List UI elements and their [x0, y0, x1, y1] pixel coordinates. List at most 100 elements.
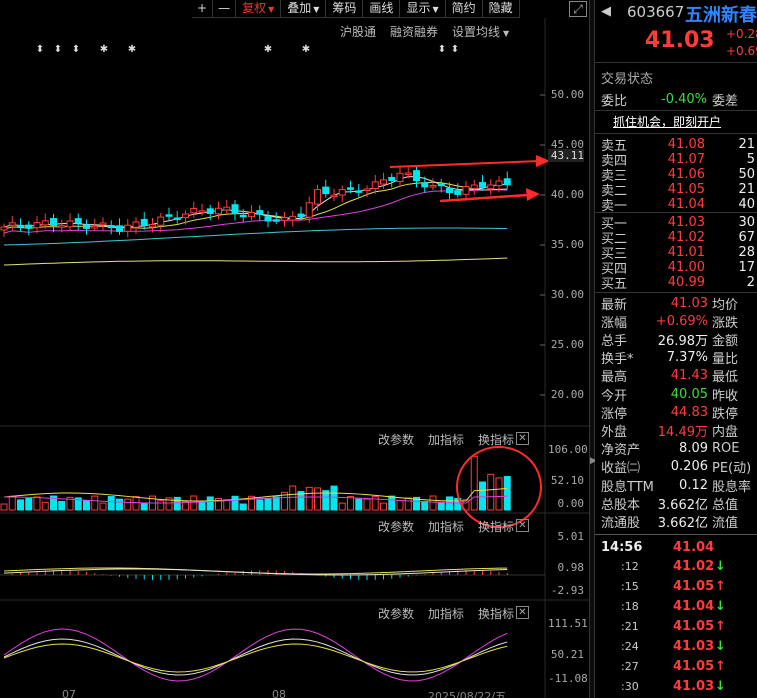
order-price: 41.03	[667, 214, 705, 230]
candle-body	[371, 181, 379, 190]
kdj-subbar: 改参数 加指标 换指标	[378, 605, 514, 622]
subbar-item-2[interactable]: 换指标	[478, 605, 514, 622]
stat-label-2: 股息率	[712, 479, 752, 495]
stat-row: 最新 41.03 均价	[601, 295, 757, 313]
event-marker-icon[interactable]: ⬍	[36, 44, 44, 55]
kline-chart-svg[interactable]: ⬍ ⬍ ⬍ ✱ ✱ ✱ ✱ ⬍ ⬍	[0, 0, 590, 698]
subbar-item-0[interactable]: 沪股通	[340, 23, 376, 40]
order-price: 41.02	[667, 229, 705, 245]
price-tick-label: 20.00	[550, 388, 584, 401]
candle-body	[206, 208, 214, 214]
toolbar-label: —	[218, 1, 231, 15]
toolbar-label: 显示	[406, 1, 431, 15]
event-marker-icon[interactable]: ⬍	[451, 44, 459, 55]
event-marker-icon[interactable]: ⬍	[54, 44, 62, 55]
stat-row: 收益㈡ 0.206 PE(动)	[601, 459, 757, 477]
arrow-down-icon: ↓	[715, 678, 726, 694]
tick-price: 41.04	[673, 539, 715, 555]
tick-row: :30 41.03 ↓	[595, 676, 757, 696]
candle-body	[289, 215, 297, 221]
volume-close-icon[interactable]: ✕	[516, 432, 529, 445]
tick-time: :21	[621, 620, 639, 634]
subbar-item-1[interactable]: 加指标	[428, 431, 464, 448]
stat-label-2: 金额	[712, 333, 739, 349]
arrow-down-icon: ↓	[715, 599, 726, 615]
macd-close-icon[interactable]: ✕	[516, 519, 529, 532]
toolbar-label: 叠加	[287, 1, 312, 15]
candle-body	[322, 186, 330, 195]
volume-bar	[17, 499, 24, 511]
toolbar-item-5[interactable]: 画线	[363, 0, 401, 18]
stat-label: 股息TTM	[601, 479, 654, 495]
indicator-tick-label: 0.00	[557, 497, 585, 510]
subbar-item-2[interactable]: 换指标	[478, 518, 514, 535]
date-label: 07	[62, 688, 76, 698]
dea-line	[3, 568, 508, 576]
candle-body	[0, 226, 8, 231]
subbar-item-0[interactable]: 改参数	[378, 431, 414, 448]
price-tick-label: 40.00	[550, 188, 584, 201]
toolbar-item-2[interactable]: 复权 ▼	[236, 0, 282, 18]
stat-value: 0.12	[679, 477, 708, 493]
chevron-down-icon: ▼	[313, 5, 320, 14]
toolbar-item-7[interactable]: 简约	[445, 0, 483, 18]
volume-bar	[231, 495, 239, 511]
event-marker-icon[interactable]: ⬍	[438, 44, 446, 55]
order-row[interactable]: 卖一 41.04 40	[601, 197, 757, 214]
indicator-tick-label: 0.98	[557, 561, 585, 574]
toolbar-item-8[interactable]: 隐藏	[482, 0, 520, 18]
indicator-tick-label: 50.21	[550, 648, 584, 661]
subbar-item-1[interactable]: 加指标	[428, 605, 464, 622]
event-marker-icon[interactable]: ✱	[128, 44, 136, 55]
toolbar-item-3[interactable]: 叠加 ▼	[281, 0, 327, 18]
stat-row: 今开 40.05 昨收	[601, 386, 757, 404]
tick-row: :12 41.02 ↓	[595, 557, 757, 577]
expand-arrows-icon[interactable]: ⤢	[569, 1, 587, 17]
toolbar-label: +	[197, 1, 208, 15]
stat-label-2: 昨收	[712, 388, 739, 404]
annotation-arrow-head	[526, 188, 540, 201]
subbar-item-2[interactable]: 设置均线 ▼	[452, 23, 509, 40]
back-arrow-icon[interactable]: ◀	[601, 4, 611, 19]
stat-value: 3.662亿	[657, 515, 708, 531]
tick-price: 41.05	[673, 658, 715, 674]
subbar-item-0[interactable]: 改参数	[378, 605, 414, 622]
toolbar-item-6[interactable]: 显示 ▼	[400, 0, 446, 18]
subbar-item-1[interactable]: 加指标	[428, 518, 464, 535]
toolbar-item-0[interactable]: +	[192, 0, 214, 18]
event-marker-icon[interactable]: ⬍	[72, 44, 80, 55]
stat-label-2: ROE	[712, 441, 740, 457]
volume-bar	[289, 485, 297, 511]
volume-bar	[421, 500, 429, 511]
order-row[interactable]: 买五 40.99 2	[601, 275, 757, 292]
subbar-item-0[interactable]: 改参数	[378, 518, 414, 535]
event-marker-icon[interactable]: ✱	[302, 44, 310, 55]
stat-label: 换手*	[601, 352, 634, 368]
event-marker-icon[interactable]: ✱	[264, 44, 272, 55]
stat-value: 26.98万	[657, 333, 708, 349]
chart-area[interactable]: ⬍ ⬍ ⬍ ✱ ✱ ✱ ✱ ⬍ ⬍ + — 复权 ▼ 叠加 ▼ 筹码 画线 显示 ▼ 简约 隐藏 ⤢ 沪股通 融资融券设…	[0, 0, 590, 698]
candle-body	[41, 220, 49, 226]
toolbar-label: 复权	[242, 1, 267, 15]
kdj-close-icon[interactable]: ✕	[516, 606, 529, 619]
open-account-link[interactable]: 抓住机会，即刻开户	[613, 113, 721, 130]
toolbar-item-1[interactable]: —	[213, 0, 237, 18]
event-marker-icon[interactable]: ✱	[100, 44, 108, 55]
candle-body	[396, 172, 404, 182]
candle-body	[314, 189, 321, 205]
volume-bar	[239, 503, 247, 511]
toolbar-item-4[interactable]: 筹码	[326, 0, 364, 18]
divider-line	[595, 534, 757, 535]
stat-label: 最高	[601, 370, 628, 386]
subbar-item-1[interactable]: 融资融券	[390, 23, 438, 40]
candle-body	[74, 218, 82, 224]
subbar-item-2[interactable]: 换指标	[478, 431, 514, 448]
tick-row: :24 41.03 ↓	[595, 637, 757, 657]
stat-label: 收益㈡	[601, 461, 641, 477]
divider-line	[595, 62, 757, 63]
price-tick-label: 25.00	[550, 338, 584, 351]
stat-value: 44.83	[670, 404, 708, 420]
volume-bar	[83, 500, 90, 511]
candle-body	[91, 225, 99, 229]
stat-label: 涨停	[601, 406, 628, 422]
